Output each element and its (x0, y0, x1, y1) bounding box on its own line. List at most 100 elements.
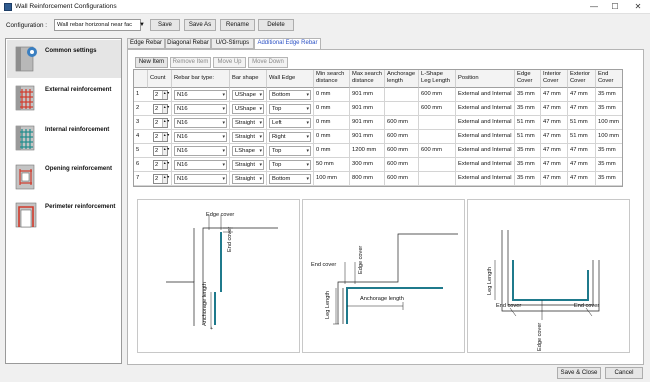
edge-select[interactable]: Top ▾ (269, 104, 311, 114)
shape-select[interactable]: Straight ▾ (232, 118, 264, 128)
anchor-cell[interactable]: 600 mm (385, 144, 419, 158)
edge-cover-cell[interactable]: 35 mm (515, 172, 541, 186)
configuration-select[interactable]: Wall rebar horizonal near fac (54, 19, 141, 31)
count-stepper[interactable]: 2 ▲▼ (153, 174, 170, 184)
bar-select[interactable]: N16 ▾ (174, 118, 227, 128)
chevron-down-icon[interactable]: ▾ (259, 161, 262, 169)
chevron-down-icon[interactable]: ▾ (259, 175, 262, 183)
sidebar-item-common-settings[interactable]: Common settings (7, 40, 121, 78)
edge-select[interactable]: Right ▾ (269, 132, 311, 142)
maximize-button[interactable]: ☐ (607, 1, 623, 12)
anchor-cell[interactable]: 600 mm (385, 116, 419, 130)
anchor-cell[interactable]: 600 mm (385, 158, 419, 172)
chevron-down-icon[interactable]: ▾ (306, 175, 309, 183)
min-cell[interactable]: 0 mm (314, 144, 350, 158)
end-cell[interactable]: 100 mm (596, 116, 622, 130)
edge-cover-cell[interactable]: 51 mm (515, 130, 541, 144)
exterior-cell[interactable]: 47 mm (568, 88, 596, 102)
max-cell[interactable]: 1200 mm (350, 144, 385, 158)
position-cell[interactable]: External and Internal (456, 116, 515, 130)
interior-cell[interactable]: 47 mm (541, 158, 568, 172)
table-row[interactable]: 1 2 ▲▼ N16 ▾ UShape ▾ Bottom ▾ 0 mm 901 mm 600 mm Ex… (134, 88, 622, 102)
chevron-down-icon[interactable]: ▾ (259, 105, 262, 113)
max-cell[interactable]: 901 mm (350, 130, 385, 144)
interior-cell[interactable]: 47 mm (541, 116, 568, 130)
min-cell[interactable]: 0 mm (314, 102, 350, 116)
stepper-arrows-icon[interactable]: ▲▼ (162, 91, 170, 99)
save-close-button[interactable]: Save & Close (557, 367, 601, 379)
stepper-arrows-icon[interactable]: ▲▼ (162, 119, 170, 127)
edge-select[interactable]: Top ▾ (269, 160, 311, 170)
chevron-down-icon[interactable]: ▾ (222, 105, 225, 113)
stepper-arrows-icon[interactable]: ▲▼ (162, 133, 170, 141)
bar-select[interactable]: N16 ▾ (174, 146, 227, 156)
position-cell[interactable]: External and Internal (456, 158, 515, 172)
end-cell[interactable]: 35 mm (596, 144, 622, 158)
min-cell[interactable]: 0 mm (314, 130, 350, 144)
table-row[interactable]: 2 2 ▲▼ N16 ▾ UShape ▾ Top ▾ 0 mm 901 mm 600 mm Exter… (134, 102, 622, 116)
leg-cell[interactable] (419, 116, 456, 130)
leg-cell[interactable] (419, 158, 456, 172)
edge-cover-cell[interactable]: 35 mm (515, 144, 541, 158)
count-stepper[interactable]: 2 ▲▼ (153, 104, 170, 114)
exterior-cell[interactable]: 47 mm (568, 102, 596, 116)
leg-cell[interactable] (419, 130, 456, 144)
stepper-arrows-icon[interactable]: ▲▼ (162, 175, 170, 183)
end-cell[interactable]: 35 mm (596, 102, 622, 116)
exterior-cell[interactable]: 51 mm (568, 116, 596, 130)
chevron-down-icon[interactable]: ▾ (259, 119, 262, 127)
table-row[interactable]: 3 2 ▲▼ N16 ▾ Straight ▾ Left ▾ 0 mm 901 mm 600 mm Ex… (134, 116, 622, 130)
chevron-down-icon[interactable]: ▾ (259, 147, 262, 155)
min-cell[interactable]: 50 mm (314, 158, 350, 172)
anchor-cell[interactable] (385, 102, 419, 116)
max-cell[interactable]: 800 mm (350, 172, 385, 186)
stepper-arrows-icon[interactable]: ▲▼ (162, 161, 170, 169)
table-row[interactable]: 5 2 ▲▼ N16 ▾ LShape ▾ Top ▾ 0 mm 1200 mm 600 mm 600 … (134, 144, 622, 158)
edge-select[interactable]: Bottom ▾ (269, 90, 311, 100)
end-cell[interactable]: 35 mm (596, 88, 622, 102)
tab-edge-rebar[interactable]: Edge Rebar (127, 38, 165, 49)
move-down-button[interactable]: Move Down (248, 57, 288, 68)
count-stepper[interactable]: 2 ▲▼ (153, 146, 170, 156)
end-cell[interactable]: 35 mm (596, 158, 622, 172)
shape-select[interactable]: LShape ▾ (232, 146, 264, 156)
close-button[interactable]: ✕ (630, 1, 646, 12)
edge-select[interactable]: Bottom ▾ (269, 174, 311, 184)
chevron-down-icon[interactable]: ▾ (259, 133, 262, 141)
count-stepper[interactable]: 2 ▲▼ (153, 118, 170, 128)
exterior-cell[interactable]: 51 mm (568, 130, 596, 144)
exterior-cell[interactable]: 47 mm (568, 172, 596, 186)
stepper-arrows-icon[interactable]: ▲▼ (162, 147, 170, 155)
chevron-down-icon[interactable]: ▾ (306, 133, 309, 141)
save-as-button[interactable]: Save As (184, 19, 216, 31)
cancel-button[interactable]: Cancel (605, 367, 643, 379)
minimize-button[interactable]: — (586, 1, 602, 12)
leg-cell[interactable]: 600 mm (419, 102, 456, 116)
min-cell[interactable]: 100 mm (314, 172, 350, 186)
edge-select[interactable]: Top ▾ (269, 146, 311, 156)
chevron-down-icon[interactable]: ▼ (137, 19, 147, 31)
chevron-down-icon[interactable]: ▾ (222, 175, 225, 183)
chevron-down-icon[interactable]: ▾ (306, 119, 309, 127)
interior-cell[interactable]: 47 mm (541, 130, 568, 144)
interior-cell[interactable]: 47 mm (541, 172, 568, 186)
remove-item-button[interactable]: Remove Item (170, 57, 211, 68)
anchor-cell[interactable]: 600 mm (385, 130, 419, 144)
shape-select[interactable]: Straight ▾ (232, 160, 264, 170)
leg-cell[interactable]: 600 mm (419, 88, 456, 102)
stepper-arrows-icon[interactable]: ▲▼ (162, 105, 170, 113)
chevron-down-icon[interactable]: ▾ (222, 119, 225, 127)
exterior-cell[interactable]: 47 mm (568, 158, 596, 172)
chevron-down-icon[interactable]: ▾ (306, 161, 309, 169)
position-cell[interactable]: External and Internal (456, 172, 515, 186)
table-row[interactable]: 6 2 ▲▼ N16 ▾ Straight ▾ Top ▾ 50 mm 300 mm 600 mm Ex… (134, 158, 622, 172)
shape-select[interactable]: Straight ▾ (232, 132, 264, 142)
save-button[interactable]: Save (150, 19, 180, 31)
max-cell[interactable]: 300 mm (350, 158, 385, 172)
edge-select[interactable]: Left ▾ (269, 118, 311, 128)
chevron-down-icon[interactable]: ▾ (306, 91, 309, 99)
bar-select[interactable]: N16 ▾ (174, 104, 227, 114)
sidebar-item-perimeter-reinforcement[interactable]: Perimeter reinforcement (7, 196, 121, 236)
position-cell[interactable]: External and Internal (456, 130, 515, 144)
shape-select[interactable]: UShape ▾ (232, 90, 264, 100)
